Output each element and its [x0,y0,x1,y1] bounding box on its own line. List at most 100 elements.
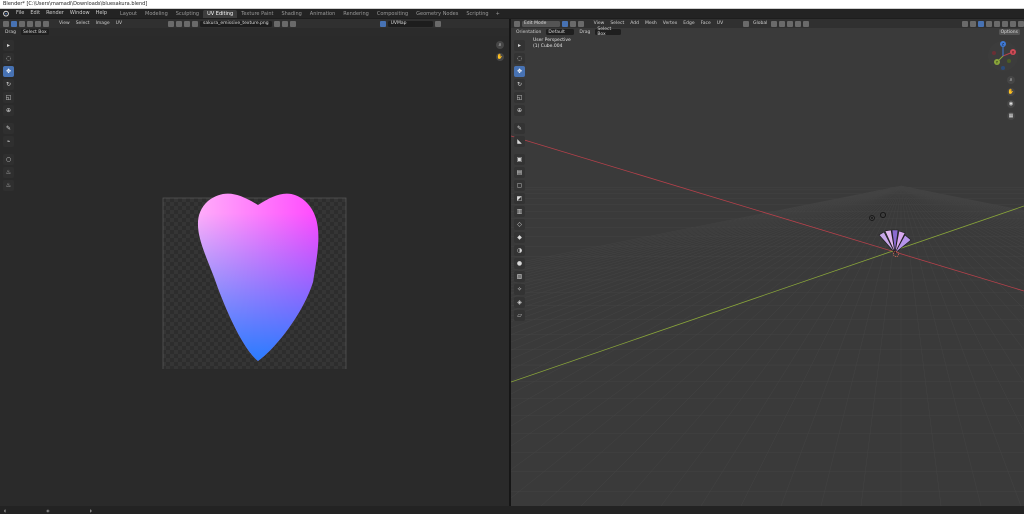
options-dropdown[interactable]: Options [998,29,1020,35]
pan-hand-icon[interactable]: ✋ [496,53,504,61]
uv-editor-area[interactable]: View Select Image UV sakura_emissive_tex… [0,19,509,506]
vp-annotate-icon[interactable]: ✎ [514,123,525,134]
3d-scene[interactable] [511,36,1024,506]
island-select-icon[interactable] [43,20,49,27]
transform-tool-icon[interactable]: ⊕ [3,105,14,116]
xray-icon[interactable] [986,20,993,27]
mode-dropdown[interactable]: Edit Mode [521,20,560,27]
add-cube-icon[interactable]: ▣ [514,154,525,165]
tweak-tool-icon[interactable]: ◌ [3,53,14,64]
pivot-point-icon[interactable] [771,20,778,27]
vertex-select-icon[interactable] [19,20,25,27]
uv-map-field[interactable]: UVMap [387,20,433,27]
proportional-icon[interactable] [795,20,802,27]
shrink-fatten-icon[interactable]: ✧ [514,284,525,295]
editor-type-icon[interactable] [3,20,9,27]
shading-solid-icon[interactable] [1002,20,1009,27]
knife-icon[interactable]: ◇ [514,219,525,230]
tab-sculpting[interactable]: Sculpting [172,10,203,18]
snap-toggle-icon[interactable] [779,20,786,27]
edge-slide-icon[interactable]: ▧ [514,271,525,282]
viewport-editor-type-icon[interactable] [514,20,520,27]
tab-compositing[interactable]: Compositing [373,10,412,18]
vp-menu-add[interactable]: Add [628,21,641,26]
snap-icon[interactable] [176,20,183,27]
tab-uv-editing[interactable]: UV Editing [203,9,238,18]
tab-texture-paint[interactable]: Texture Paint [237,10,277,18]
uv-select-box-dropdown[interactable]: Select Box [20,29,49,35]
perspective-toggle-icon[interactable]: ▦ [1007,112,1015,120]
vertex-mode-icon[interactable] [561,20,568,27]
camera-view-icon[interactable]: ◉ [1007,100,1015,108]
display-channels-icon[interactable] [434,20,441,27]
rip-tool-icon[interactable]: ⌁ [3,136,14,147]
snap-target-icon[interactable] [787,20,794,27]
falloff-icon[interactable] [803,20,810,27]
vp-menu-vertex[interactable]: Vertex [661,21,679,26]
edge-mode-icon[interactable] [569,20,576,27]
select-cursor-icon[interactable]: ▸ [514,40,525,51]
vp-menu-select[interactable]: Select [608,21,626,26]
unlink-image-icon[interactable] [289,20,296,27]
orientation-dropdown[interactable]: Default [546,29,575,35]
vp-cursor-icon[interactable]: ◌ [514,53,525,64]
zoom-icon[interactable]: ⌕ [496,41,504,49]
face-select-icon[interactable] [35,20,41,27]
open-image-icon[interactable] [281,20,288,27]
vp-menu-mesh[interactable]: Mesh [643,21,659,26]
tab-scripting[interactable]: Scripting [462,10,492,18]
vp-transform-icon[interactable]: ⊕ [514,105,525,116]
loop-cut-icon[interactable]: ▥ [514,206,525,217]
edge-select-icon[interactable] [27,20,33,27]
vp-rotate-icon[interactable]: ↻ [514,79,525,90]
overlay-toggle-icon[interactable] [978,20,985,27]
smooth-icon[interactable]: ● [514,258,525,269]
navigation-gizmo[interactable]: X Y Z [986,39,1020,73]
vp-menu-view[interactable]: View [592,21,607,26]
uv-menu-uv[interactable]: UV [114,21,124,26]
3d-viewport-area[interactable]: Edit Mode View Select Add Mesh Vertex Ed… [511,19,1024,506]
image-name-field[interactable]: sakura_emissive_texture.png [200,20,272,27]
zoom-view-icon[interactable]: ⌕ [1007,76,1015,84]
sync-selection-icon[interactable] [11,20,17,27]
annotate-tool-icon[interactable]: ✎ [3,123,14,134]
tab-shading[interactable]: Shading [277,10,305,18]
uv-menu-image[interactable]: Image [94,21,112,26]
relax-tool-icon[interactable]: ♨ [3,167,14,178]
pan-view-icon[interactable]: ✋ [1007,88,1015,96]
menu-help[interactable]: Help [93,9,110,18]
inset-icon[interactable]: ▢ [514,180,525,191]
face-mode-icon[interactable] [577,20,584,27]
shading-render-icon[interactable] [1018,20,1024,27]
grab-tool-icon[interactable]: ○ [3,154,14,165]
bevel-icon[interactable]: ◩ [514,193,525,204]
visibility-icon[interactable] [962,20,969,27]
uv-image-canvas[interactable] [150,174,355,369]
scale-tool-icon[interactable]: ◱ [3,92,14,103]
uv-menu-select[interactable]: Select [74,21,92,26]
vp-move-icon[interactable]: ✥ [514,66,525,77]
vp-menu-face[interactable]: Face [699,21,713,26]
vp-menu-uv[interactable]: UV [715,21,725,26]
measure-icon[interactable]: ◣ [514,136,525,147]
vp-menu-edge[interactable]: Edge [681,21,696,26]
poly-build-icon[interactable]: ◆ [514,232,525,243]
pivot-icon[interactable] [168,20,175,27]
proportional-edit-icon[interactable] [184,20,191,27]
rotate-tool-icon[interactable]: ↻ [3,79,14,90]
select-box-tool-icon[interactable]: ✥ [3,66,14,77]
shading-wire-icon[interactable] [994,20,1001,27]
tab-rendering[interactable]: Rendering [339,10,373,18]
tab-modeling[interactable]: Modeling [141,10,172,18]
select-box-dropdown[interactable]: Select Box [595,27,622,37]
add-workspace-button[interactable]: + [493,11,503,17]
vp-scale-icon[interactable]: ◱ [514,92,525,103]
gizmo-toggle-icon[interactable] [970,20,977,27]
tab-layout[interactable]: Layout [116,10,141,18]
tab-geometry-nodes[interactable]: Geometry Nodes [412,10,462,18]
transform-orientation[interactable]: Global [751,21,769,26]
cursor-tool-icon[interactable]: ▸ [3,40,14,51]
menu-render[interactable]: Render [43,9,67,18]
menu-window[interactable]: Window [67,9,93,18]
spin-icon[interactable]: ◑ [514,245,525,256]
